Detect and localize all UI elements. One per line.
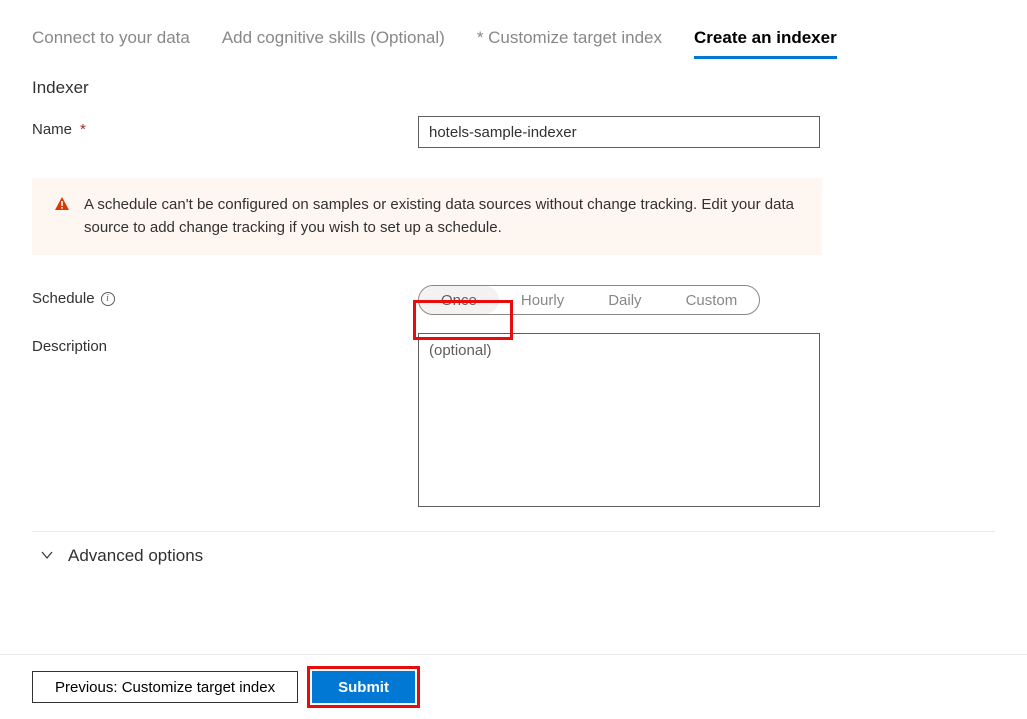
description-row: Description xyxy=(32,333,995,507)
submit-button[interactable]: Submit xyxy=(312,671,415,703)
schedule-label: Schedule i xyxy=(32,285,418,307)
warning-icon xyxy=(54,196,70,215)
description-label: Description xyxy=(32,333,418,355)
warning-box: A schedule can't be configured on sample… xyxy=(32,178,822,255)
name-label: Name * xyxy=(32,116,418,138)
previous-button[interactable]: Previous: Customize target index xyxy=(32,671,298,703)
advanced-options-label: Advanced options xyxy=(68,546,203,566)
warning-text: A schedule can't be configured on sample… xyxy=(84,194,800,239)
tab-customize-index[interactable]: * Customize target index xyxy=(477,28,662,58)
advanced-options-toggle[interactable]: Advanced options xyxy=(32,531,995,580)
description-textarea[interactable] xyxy=(418,333,820,507)
schedule-pill-group: Once Hourly Daily Custom xyxy=(418,285,760,315)
info-icon[interactable]: i xyxy=(101,292,115,306)
name-row: Name * xyxy=(32,116,995,148)
footer: Previous: Customize target index Submit xyxy=(0,654,1027,719)
schedule-hourly[interactable]: Hourly xyxy=(499,286,586,314)
tab-connect-data[interactable]: Connect to your data xyxy=(32,28,190,58)
schedule-custom[interactable]: Custom xyxy=(664,286,760,314)
chevron-down-icon xyxy=(40,548,54,565)
wizard-tabs: Connect to your data Add cognitive skill… xyxy=(0,0,1027,58)
section-heading: Indexer xyxy=(32,78,995,98)
required-asterisk: * xyxy=(80,121,86,138)
schedule-daily[interactable]: Daily xyxy=(586,286,663,314)
tab-cognitive-skills[interactable]: Add cognitive skills (Optional) xyxy=(222,28,445,58)
schedule-once[interactable]: Once xyxy=(419,286,499,314)
indexer-form: Indexer Name * A schedule can't be config… xyxy=(0,58,1027,580)
schedule-label-text: Schedule xyxy=(32,290,95,307)
name-input[interactable] xyxy=(418,116,820,148)
name-label-text: Name xyxy=(32,121,72,138)
schedule-row: Schedule i Once Hourly Daily Custom xyxy=(32,285,995,315)
tab-create-indexer[interactable]: Create an indexer xyxy=(694,28,837,58)
